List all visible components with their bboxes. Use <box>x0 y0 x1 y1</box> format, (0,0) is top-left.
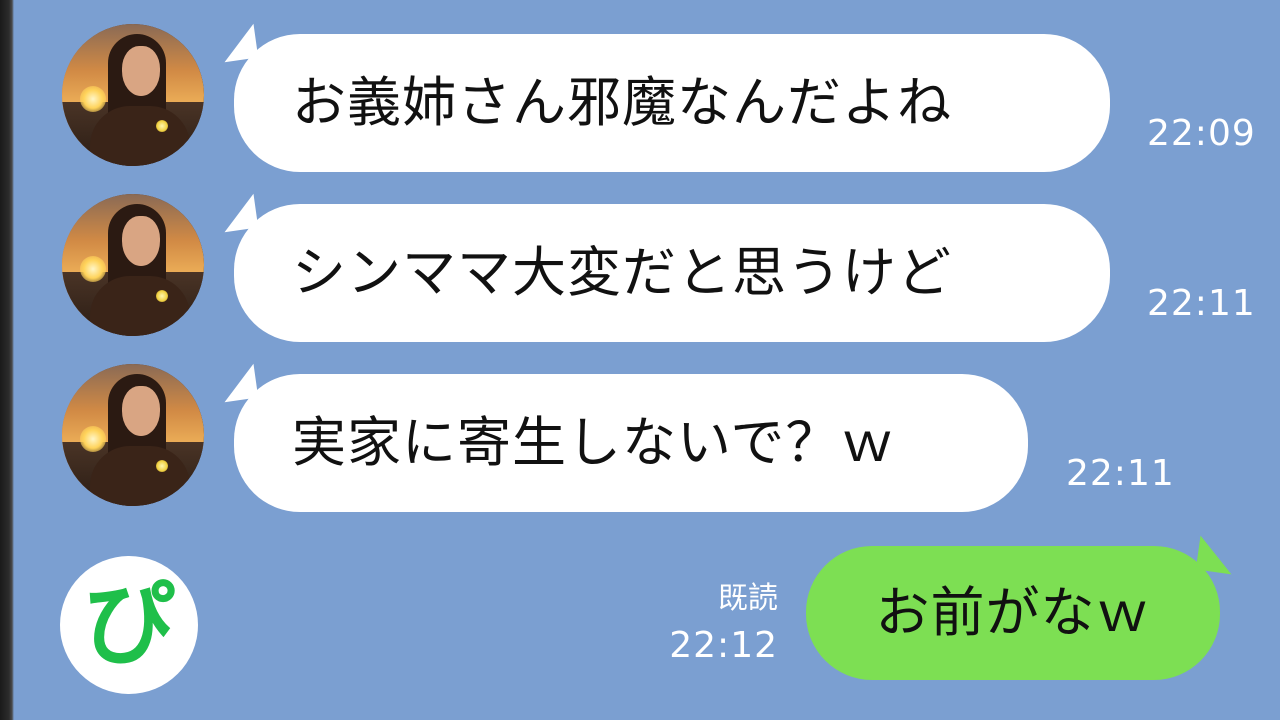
message-text: シンママ大変だと思うけど <box>292 241 952 304</box>
message-time: 22:11 <box>1066 453 1175 494</box>
pi-logo-icon: ぴ <box>60 556 198 694</box>
message-time: 22:12 <box>669 625 778 666</box>
message-text: お義姉さん邪魔なんだよね <box>292 71 952 134</box>
message-bubble-outgoing[interactable]: お前がなｗ <box>806 535 1237 680</box>
bubble-tail <box>1195 535 1237 575</box>
bubble-tail <box>219 193 259 233</box>
message-bubble-incoming[interactable]: 実家に寄生しないで？ｗ <box>219 363 1028 512</box>
message-time: 22:11 <box>1147 283 1256 324</box>
read-receipt: 既読 22:12 <box>640 584 778 664</box>
contact-avatar[interactable] <box>62 194 204 336</box>
contact-avatar[interactable] <box>62 24 204 166</box>
bubble-tail <box>219 23 259 63</box>
message-text: お前がなｗ <box>875 581 1151 644</box>
message-text: 実家に寄生しないで？ｗ <box>292 411 896 474</box>
device-frame-edge <box>0 0 14 720</box>
message-time: 22:09 <box>1147 113 1256 154</box>
logo-text: ぴ <box>82 571 175 678</box>
contact-avatar[interactable] <box>62 364 204 506</box>
read-status: 既読 <box>718 581 778 616</box>
bubble-tail <box>219 363 259 403</box>
message-bubble-incoming[interactable]: シンママ大変だと思うけど <box>219 193 1110 342</box>
message-bubble-incoming[interactable]: お義姉さん邪魔なんだよね <box>219 23 1110 172</box>
